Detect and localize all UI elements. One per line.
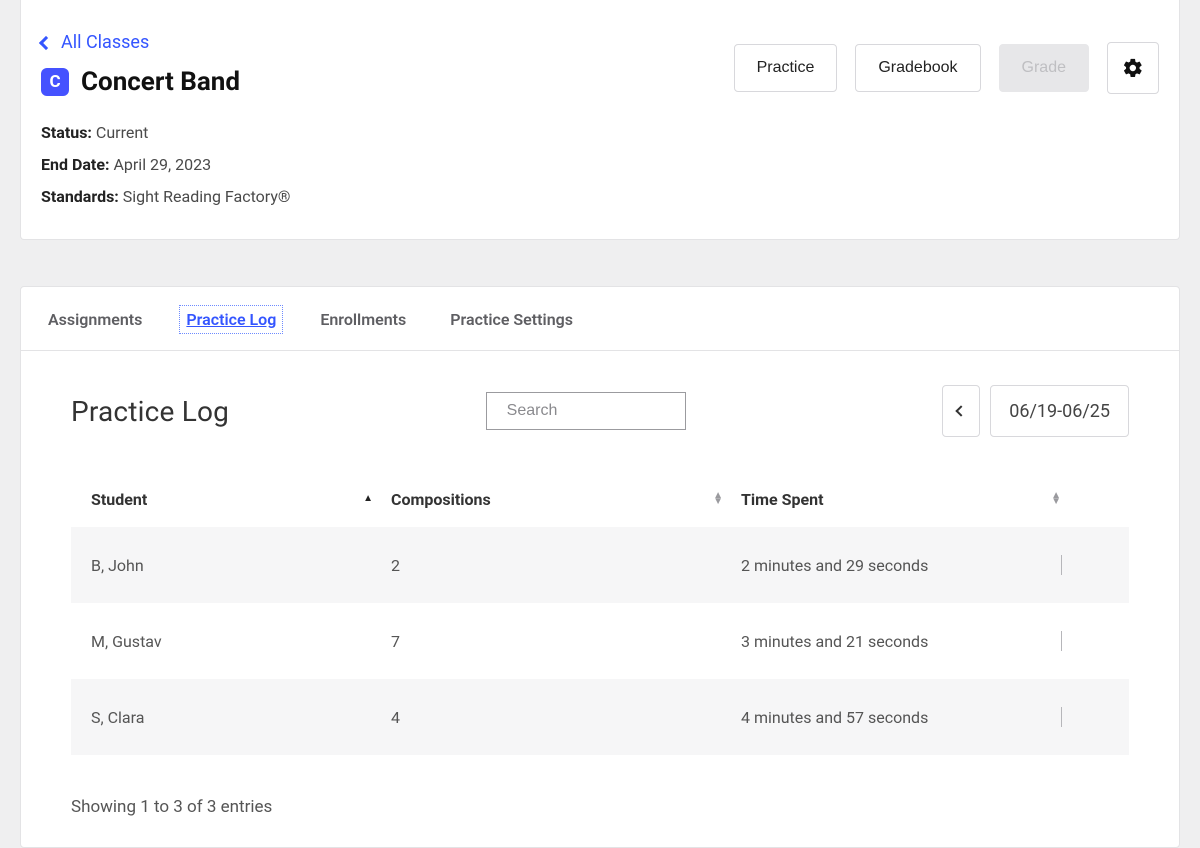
- table-header: Student ▲ Compositions ▲▼ Time Spent ▲▼: [71, 471, 1129, 527]
- tabs: Assignments Practice Log Enrollments Pra…: [21, 287, 1179, 351]
- column-compositions-label: Compositions: [391, 490, 491, 509]
- cell-compositions: 4: [391, 708, 741, 727]
- column-student[interactable]: Student ▲: [91, 490, 391, 509]
- table-row[interactable]: B, John22 minutes and 29 seconds: [71, 527, 1129, 603]
- content-card: Assignments Practice Log Enrollments Pra…: [20, 286, 1180, 848]
- chevron-left-icon: [956, 405, 967, 416]
- gear-icon: [1122, 57, 1144, 79]
- cell-compositions: 2: [391, 556, 741, 575]
- chevron-right-icon[interactable]: [1061, 707, 1062, 727]
- table-footer-info: Showing 1 to 3 of 3 entries: [71, 797, 1129, 817]
- cell-time-spent: 2 minutes and 29 seconds: [741, 556, 1061, 575]
- tab-practice-settings[interactable]: Practice Settings: [443, 305, 580, 334]
- column-time-spent[interactable]: Time Spent ▲▼: [741, 490, 1061, 509]
- class-header-card: All Classes C Concert Band Status: Curre…: [20, 0, 1180, 240]
- breadcrumb-all-classes-link[interactable]: All Classes: [61, 32, 149, 53]
- cell-student: B, John: [91, 556, 391, 575]
- cell-compositions: 7: [391, 632, 741, 651]
- class-badge: C: [41, 68, 69, 96]
- date-nav: 06/19-06/25: [942, 385, 1129, 437]
- search-input[interactable]: [507, 402, 714, 420]
- search-box[interactable]: [486, 392, 686, 430]
- column-student-label: Student: [91, 490, 147, 509]
- standards-label: Standards:: [41, 187, 119, 206]
- table-row[interactable]: S, Clara44 minutes and 57 seconds: [71, 679, 1129, 755]
- cell-time-spent: 4 minutes and 57 seconds: [741, 708, 1061, 727]
- end-date-label: End Date:: [41, 155, 109, 174]
- status-label: Status:: [41, 123, 92, 142]
- grade-button: Grade: [999, 44, 1089, 92]
- cell-time-spent: 3 minutes and 21 seconds: [741, 632, 1061, 651]
- panel-title: Practice Log: [71, 395, 229, 428]
- practice-log-panel: Practice Log 06/19-06/25 Student ▲: [21, 351, 1179, 847]
- table-row[interactable]: M, Gustav73 minutes and 21 seconds: [71, 603, 1129, 679]
- tab-practice-log[interactable]: Practice Log: [179, 305, 283, 334]
- gradebook-button[interactable]: Gradebook: [855, 44, 980, 92]
- sort-asc-icon: ▲: [363, 496, 373, 502]
- sort-icon: ▲▼: [1051, 493, 1061, 505]
- tab-enrollments[interactable]: Enrollments: [313, 305, 413, 334]
- column-compositions[interactable]: Compositions ▲▼: [391, 490, 741, 509]
- class-meta: Status: Current End Date: April 29, 2023…: [41, 117, 1159, 213]
- cell-student: S, Clara: [91, 708, 391, 727]
- class-title: Concert Band: [81, 67, 240, 97]
- standards-value: Sight Reading Factory®: [123, 187, 291, 206]
- practice-log-table: Student ▲ Compositions ▲▼ Time Spent ▲▼ …: [71, 471, 1129, 755]
- date-range-picker[interactable]: 06/19-06/25: [990, 385, 1129, 437]
- tab-assignments[interactable]: Assignments: [41, 305, 149, 334]
- status-value: Current: [96, 123, 148, 142]
- prev-week-button[interactable]: [942, 385, 980, 437]
- practice-button[interactable]: Practice: [734, 44, 838, 92]
- sort-icon: ▲▼: [713, 493, 723, 505]
- chevron-left-icon[interactable]: [39, 35, 53, 49]
- settings-button[interactable]: [1107, 42, 1159, 94]
- end-date-value: April 29, 2023: [113, 155, 211, 174]
- chevron-right-icon[interactable]: [1061, 631, 1062, 651]
- cell-student: M, Gustav: [91, 632, 391, 651]
- header-actions: Practice Gradebook Grade: [734, 42, 1159, 94]
- chevron-right-icon[interactable]: [1061, 555, 1062, 575]
- column-time-label: Time Spent: [741, 490, 824, 509]
